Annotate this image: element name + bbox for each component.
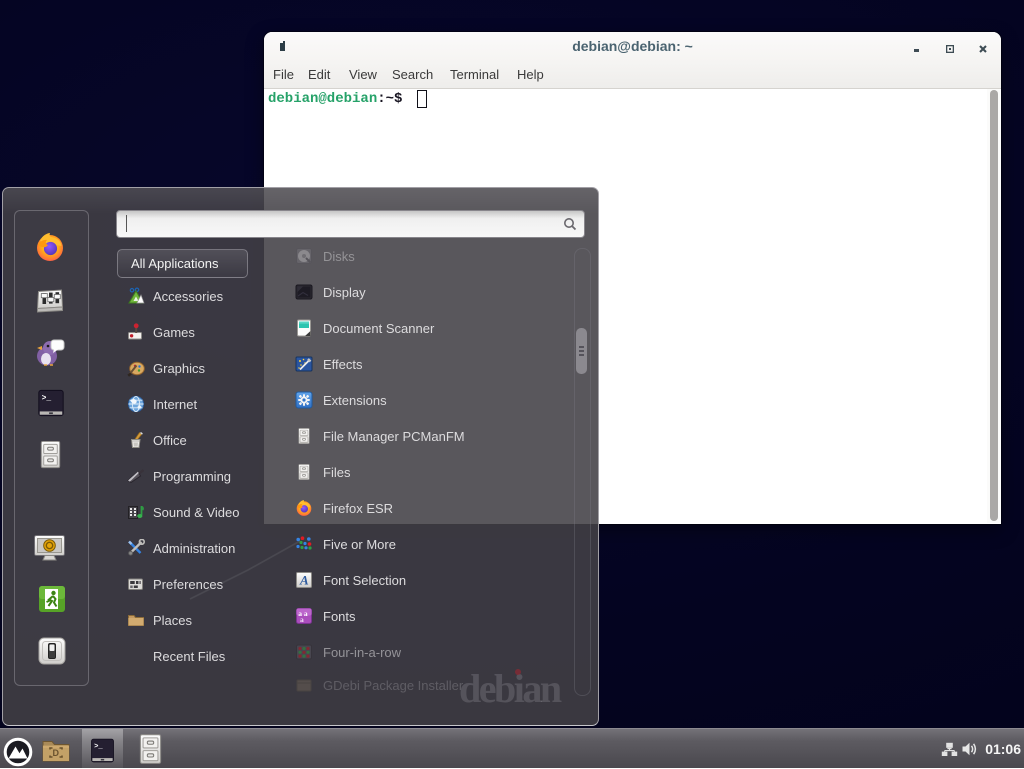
svg-text:D: D [53,748,60,758]
svg-text:A: A [299,573,309,588]
svg-text:a: a [300,615,304,624]
